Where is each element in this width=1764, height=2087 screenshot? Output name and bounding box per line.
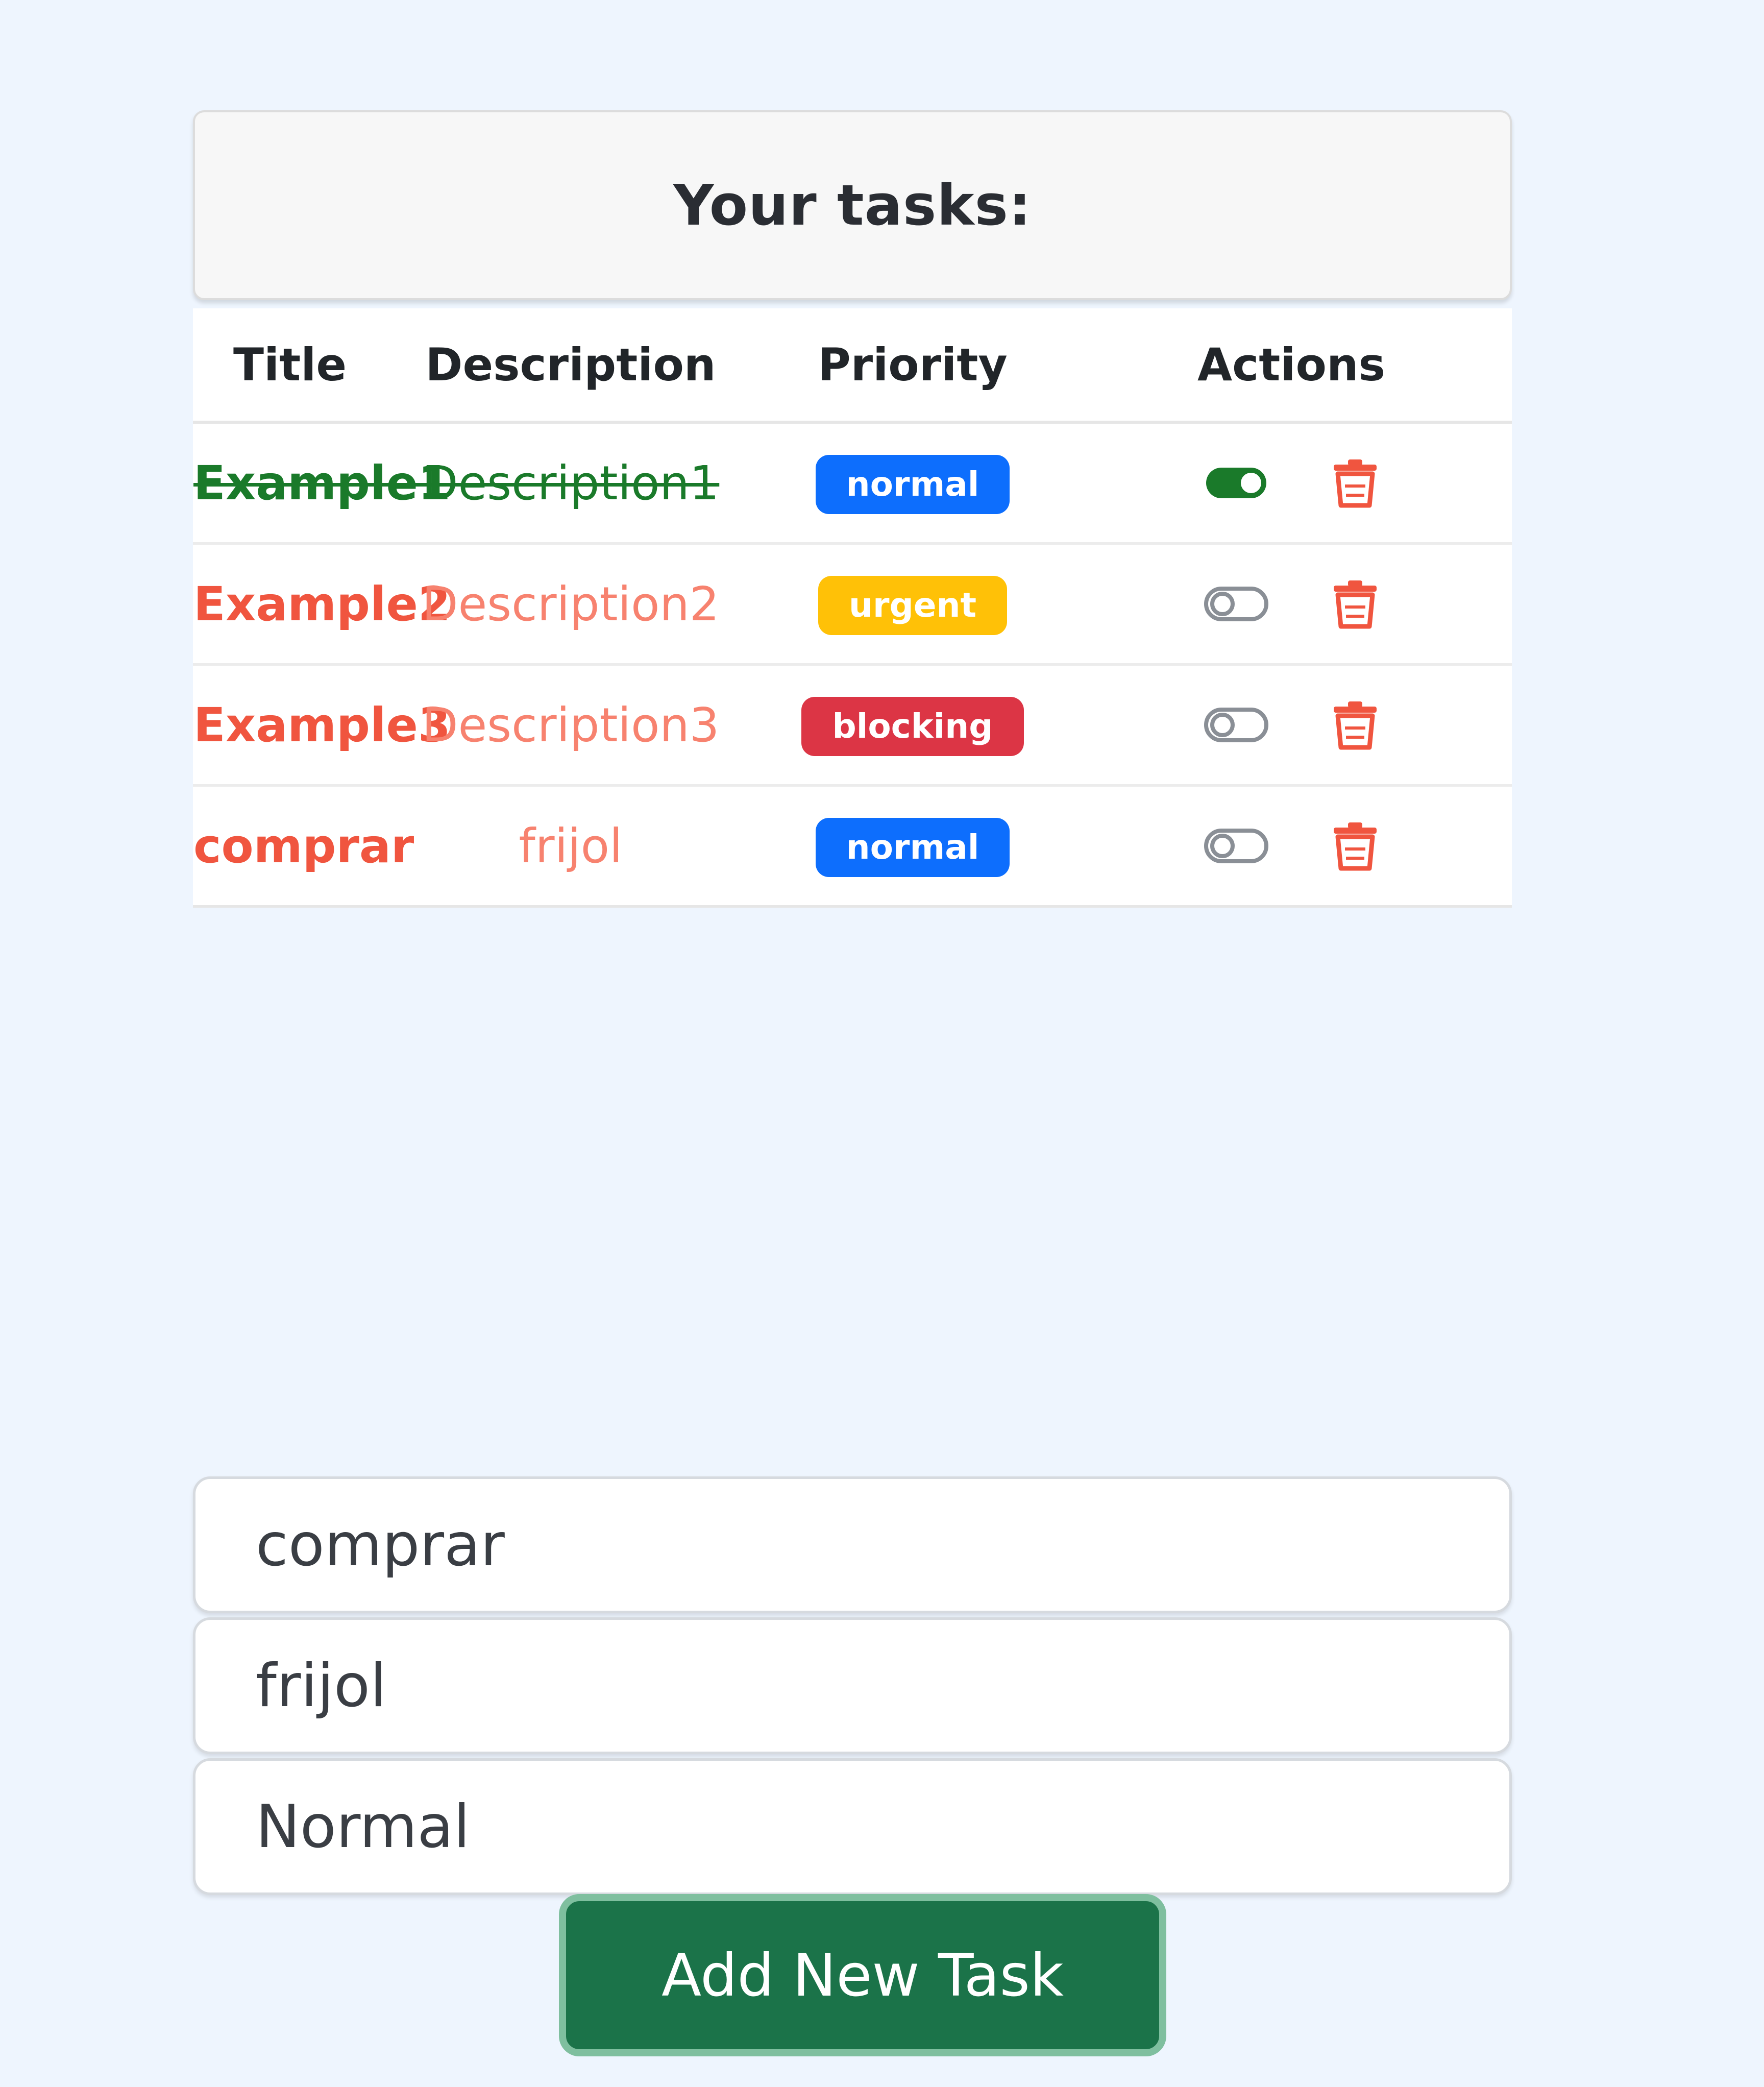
- trash-icon: [1334, 701, 1377, 750]
- delete-button[interactable]: [1331, 578, 1380, 629]
- table-row: Example3 Description3 blocking: [193, 664, 1512, 787]
- priority-badge: urgent: [818, 575, 1008, 635]
- column-header-actions: Actions: [1071, 308, 1512, 424]
- task-list: Example1 Description1 normal Example2 Descri…: [193, 422, 1512, 908]
- column-header-title: Title: [193, 308, 387, 424]
- table-row: Example2 Description2 urgent: [193, 543, 1512, 666]
- table-header-row: Title Description Priority Actions: [193, 308, 1512, 424]
- table-row: Example1 Description1 normal: [193, 422, 1512, 545]
- task-title: Example1: [193, 422, 451, 545]
- delete-button[interactable]: [1331, 699, 1380, 750]
- task-title: comprar: [193, 785, 414, 908]
- task-actions: [1071, 578, 1511, 629]
- task-title-input[interactable]: [193, 1476, 1512, 1613]
- toggle-icon: [1204, 587, 1268, 621]
- complete-toggle[interactable]: [1203, 464, 1269, 502]
- tasks-card-header: Your tasks:: [193, 110, 1512, 300]
- add-task-button[interactable]: Add New Task: [559, 1894, 1166, 2056]
- task-title: Example2: [193, 543, 451, 666]
- delete-button[interactable]: [1331, 457, 1380, 508]
- task-description: Description1: [387, 422, 754, 545]
- task-description: Description3: [387, 664, 754, 787]
- table-row: comprar frijol normal: [193, 785, 1512, 908]
- task-actions-cell: [1071, 785, 1512, 908]
- tasks-table: Title Description Priority Actions Examp…: [193, 308, 1512, 908]
- task-description: frijol: [387, 785, 754, 908]
- task-description-input[interactable]: [193, 1617, 1512, 1754]
- toggle-icon: [1206, 468, 1266, 498]
- tasks-card: Your tasks: Title Description Priority A…: [193, 110, 1512, 908]
- submit-row: Add New Task: [193, 1894, 1512, 2056]
- task-actions-cell: [1071, 543, 1512, 666]
- task-actions: [1071, 820, 1511, 871]
- task-actions-cell: [1071, 664, 1512, 787]
- complete-toggle[interactable]: [1203, 827, 1269, 865]
- column-header-description: Description: [387, 308, 754, 424]
- priority-badge: normal: [815, 454, 1010, 514]
- task-priority-input[interactable]: [193, 1758, 1512, 1895]
- trash-icon: [1334, 459, 1377, 508]
- task-priority-cell: normal: [754, 422, 1071, 545]
- toggle-icon: [1204, 708, 1268, 742]
- task-priority-cell: normal: [754, 785, 1071, 908]
- priority-badge: normal: [815, 817, 1010, 877]
- new-task-form: Add New Task: [193, 1476, 1512, 2056]
- complete-toggle[interactable]: [1203, 706, 1269, 744]
- task-actions: [1071, 457, 1511, 508]
- page-title: Your tasks:: [673, 173, 1032, 238]
- task-title: Example3: [193, 664, 451, 787]
- task-priority-cell: urgent: [754, 543, 1071, 666]
- toggle-icon: [1204, 829, 1268, 863]
- task-description: Description2: [387, 543, 754, 666]
- priority-badge: blocking: [801, 696, 1024, 756]
- task-actions-cell: [1071, 422, 1512, 545]
- trash-icon: [1334, 822, 1377, 871]
- task-priority-cell: blocking: [754, 664, 1071, 787]
- trash-icon: [1334, 580, 1377, 629]
- complete-toggle[interactable]: [1203, 585, 1269, 623]
- column-header-priority: Priority: [754, 308, 1071, 424]
- task-actions: [1071, 699, 1511, 750]
- delete-button[interactable]: [1331, 820, 1380, 871]
